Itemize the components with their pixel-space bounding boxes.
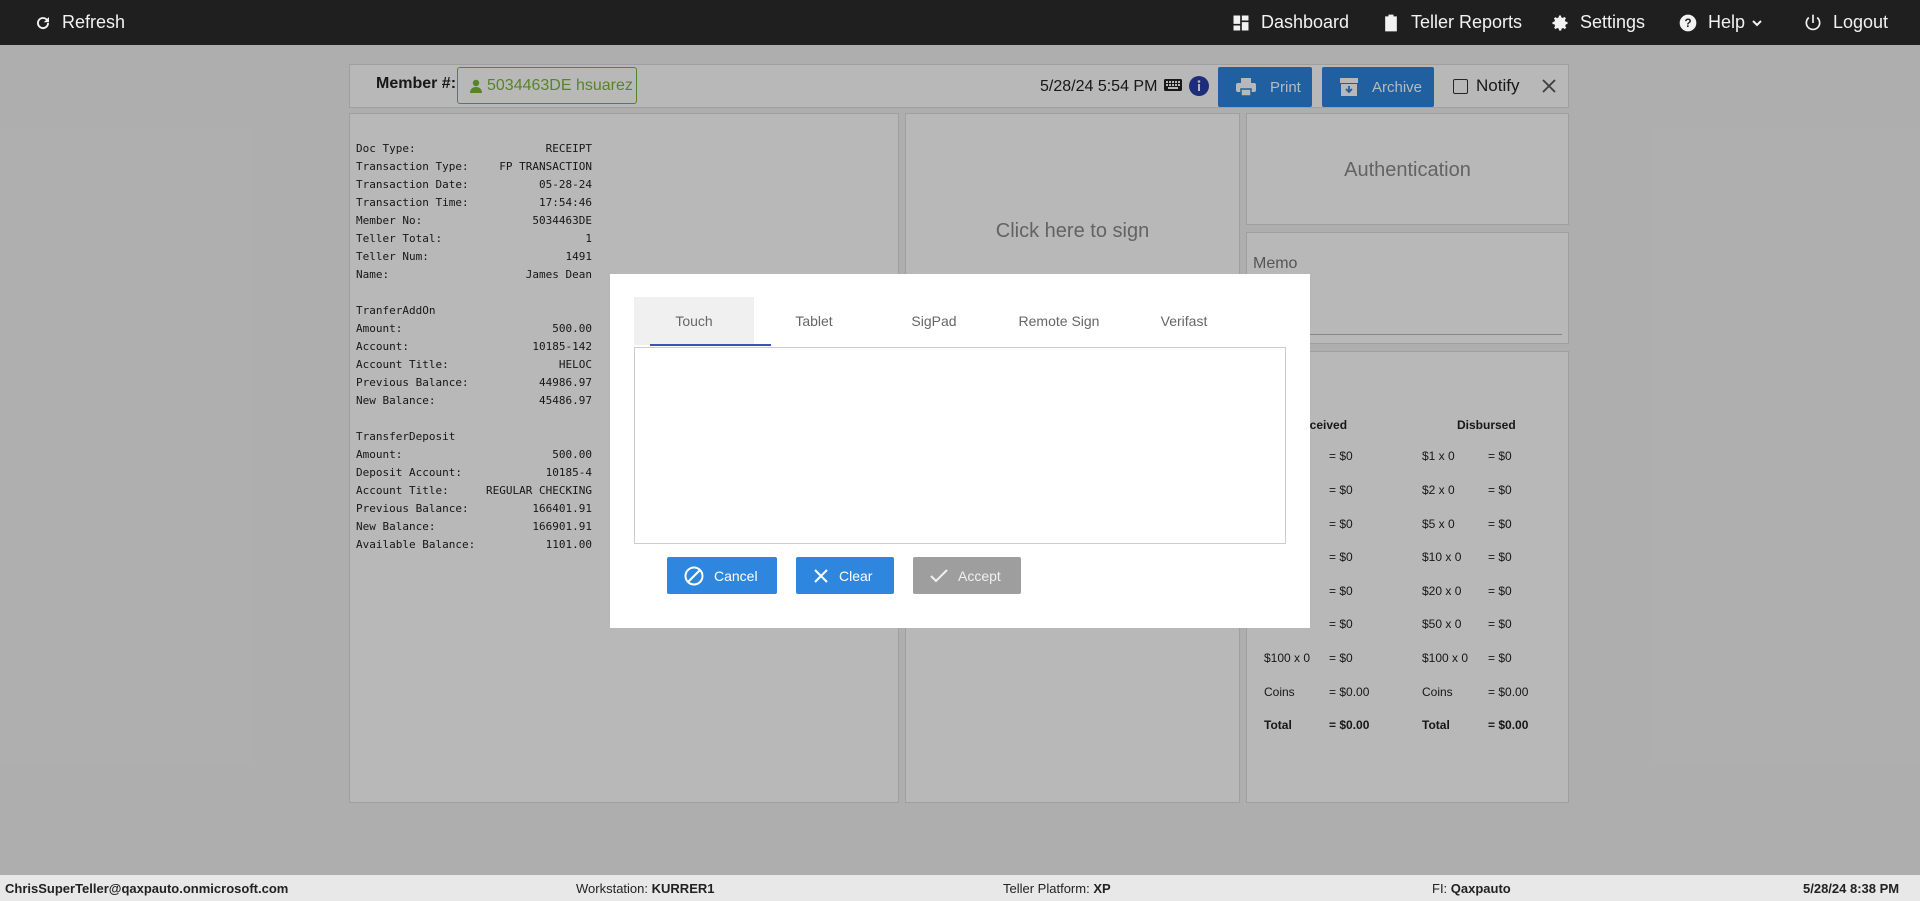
nav-teller-reports-label: Teller Reports [1411, 12, 1523, 32]
tab-sigpad-label: SigPad [911, 313, 957, 329]
active-tab-indicator [650, 344, 771, 346]
tab-tablet[interactable]: Tablet [754, 297, 874, 345]
clear-label: Clear [839, 567, 873, 584]
refresh-button[interactable]: Refresh [34, 0, 125, 45]
tab-verifast-label: Verifast [1160, 313, 1208, 329]
nav-logout[interactable]: Logout [1803, 0, 1888, 45]
footer-fi-value: Qaxpauto [1450, 881, 1511, 896]
signature-canvas[interactable] [634, 347, 1286, 544]
svg-text:?: ? [1684, 17, 1691, 30]
tab-touch[interactable]: Touch [634, 297, 754, 345]
footer-workstation: Workstation: KURRER1 [576, 881, 714, 896]
cancel-icon [684, 566, 704, 585]
footer-datetime: 5/28/24 8:38 PM [1803, 881, 1900, 896]
footer-workstation-value: KURRER1 [651, 881, 715, 896]
tab-remote-sign-label: Remote Sign [1018, 313, 1100, 329]
footer-user: ChrisSuperTeller@qaxpauto.onmicrosoft.co… [5, 881, 289, 896]
refresh-label: Refresh [62, 12, 126, 32]
chevron-down-icon [1752, 19, 1762, 26]
nav-help-label: Help [1708, 12, 1746, 32]
nav-dashboard-label: Dashboard [1261, 12, 1350, 32]
tab-remote-sign[interactable]: Remote Sign [994, 297, 1124, 345]
nav-settings[interactable]: Settings [1550, 0, 1645, 45]
status-footer: ChrisSuperTeller@qaxpauto.onmicrosoft.co… [0, 875, 1920, 901]
tab-touch-label: Touch [675, 313, 713, 329]
gear-icon [1552, 15, 1568, 31]
clipboard-icon [1385, 14, 1397, 31]
cancel-label: Cancel [714, 567, 758, 584]
tab-sigpad[interactable]: SigPad [874, 297, 994, 345]
clear-button[interactable]: Clear [796, 557, 894, 594]
accept-button[interactable]: Accept [913, 557, 1021, 594]
footer-fi-label: FI: [1432, 881, 1448, 896]
footer-platform: Teller Platform: XP [1003, 881, 1111, 896]
footer-platform-label: Teller Platform: [1003, 881, 1090, 896]
tab-verifast[interactable]: Verifast [1124, 297, 1244, 345]
tab-tablet-label: Tablet [795, 313, 833, 329]
footer-platform-value: XP [1093, 881, 1111, 896]
nav-logout-label: Logout [1833, 12, 1889, 32]
help-icon: ? [1679, 14, 1697, 31]
footer-workstation-label: Workstation: [576, 881, 649, 896]
nav-settings-label: Settings [1580, 12, 1646, 32]
signature-dialog: Touch Tablet SigPad Remote Sign Verifast… [610, 274, 1310, 628]
footer-fi: FI: Qaxpauto [1432, 881, 1511, 896]
nav-help[interactable]: ? Help [1678, 0, 1763, 45]
dashboard-icon [1233, 15, 1249, 30]
check-icon [930, 568, 948, 582]
power-icon [1805, 14, 1821, 30]
nav-teller-reports[interactable]: Teller Reports [1381, 0, 1522, 45]
refresh-icon [37, 16, 50, 29]
top-navbar: Refresh Dashboard Teller Reports Setting… [0, 0, 1920, 45]
signature-method-tabs: Touch Tablet SigPad Remote Sign Verifast [634, 297, 1274, 347]
cancel-button[interactable]: Cancel [667, 557, 777, 594]
close-icon [814, 568, 828, 583]
accept-label: Accept [958, 567, 1001, 584]
nav-dashboard[interactable]: Dashboard [1231, 0, 1349, 45]
